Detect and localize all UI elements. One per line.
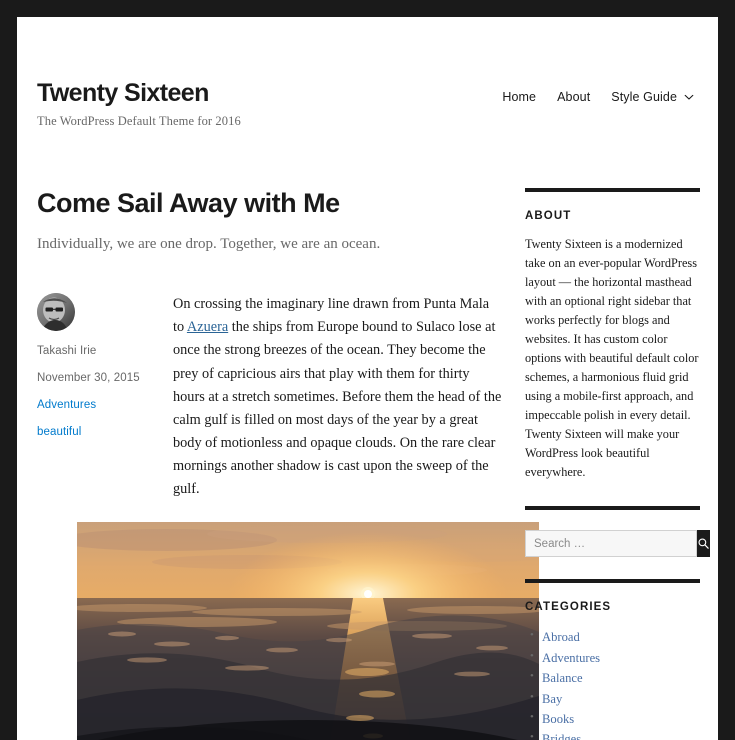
category-link[interactable]: Balance bbox=[542, 671, 583, 685]
post-category[interactable]: Adventures bbox=[37, 399, 167, 413]
list-item[interactable]: Books bbox=[530, 709, 700, 729]
widget-search bbox=[525, 530, 710, 558]
post-author[interactable]: Takashi Irie bbox=[37, 345, 167, 359]
search-input[interactable] bbox=[525, 530, 697, 558]
category-link[interactable]: Adventures bbox=[542, 651, 600, 665]
list-item[interactable]: Adventures bbox=[530, 648, 700, 668]
nav-item-style-guide[interactable]: Style Guide bbox=[611, 90, 694, 104]
search-button[interactable] bbox=[697, 530, 710, 558]
widget-about-text: Twenty Sixteen is a modernized take on a… bbox=[525, 236, 699, 480]
post-date[interactable]: November 30, 2015 bbox=[37, 372, 167, 386]
widget-divider bbox=[525, 187, 700, 192]
nav-item-label: Style Guide bbox=[611, 90, 677, 104]
paragraph-text-after: the ships from Europe bound to Sulaco lo… bbox=[173, 319, 502, 498]
list-item[interactable]: Balance bbox=[530, 668, 700, 688]
category-link[interactable]: Bridges bbox=[542, 732, 581, 740]
list-item[interactable]: Abroad bbox=[530, 627, 700, 647]
post-content: On crossing the imaginary line drawn fro… bbox=[167, 293, 502, 501]
search-icon bbox=[698, 538, 709, 550]
post-featured-figure: Full size image larger than or equal to … bbox=[77, 521, 539, 740]
post-paragraph: On crossing the imaginary line drawn fro… bbox=[173, 293, 502, 501]
site-content: Come Sail Away with Me Individually, we … bbox=[17, 187, 718, 740]
post-subtitle: Individually, we are one drop. Together,… bbox=[37, 236, 381, 253]
nav-item-label: Home bbox=[502, 90, 537, 104]
search-form bbox=[525, 530, 710, 558]
site-description: The WordPress Default Theme for 2016 bbox=[37, 113, 241, 128]
widget-divider bbox=[525, 579, 700, 584]
categories-list: Abroad Adventures Balance Bay Books Brid… bbox=[525, 627, 700, 740]
category-link[interactable]: Bay bbox=[542, 692, 562, 706]
category-link[interactable]: Abroad bbox=[542, 630, 580, 644]
avatar bbox=[37, 293, 75, 332]
post-title[interactable]: Come Sail Away with Me bbox=[37, 187, 502, 219]
widget-divider bbox=[525, 506, 700, 511]
nav-item-label: About bbox=[557, 90, 591, 104]
post-category-link[interactable]: Adventures bbox=[37, 399, 96, 411]
post-tag-link[interactable]: beautiful bbox=[37, 426, 81, 438]
browser-frame: Twenty Sixteen The WordPress Default The… bbox=[0, 0, 735, 740]
post-meta: Takashi Irie November 30, 2015 Adventure… bbox=[37, 293, 167, 501]
site-branding: Twenty Sixteen The WordPress Default The… bbox=[37, 79, 241, 129]
widget-categories: Categories Abroad Adventures Balance Bay… bbox=[525, 601, 700, 740]
site-title[interactable]: Twenty Sixteen bbox=[37, 79, 241, 108]
primary-navigation: Home About Style Guide bbox=[502, 79, 698, 104]
post-article: Come Sail Away with Me Individually, we … bbox=[37, 187, 539, 740]
page-canvas: Twenty Sixteen The WordPress Default The… bbox=[17, 17, 718, 740]
list-item[interactable]: Bridges bbox=[530, 729, 700, 740]
azuera-link[interactable]: Azuera bbox=[187, 319, 228, 335]
nav-item-home[interactable]: Home bbox=[502, 90, 536, 104]
category-link[interactable]: Books bbox=[542, 712, 574, 726]
widget-about: About Twenty Sixteen is a modernized tak… bbox=[525, 187, 700, 483]
post-tag[interactable]: beautiful bbox=[37, 426, 167, 440]
chevron-down-icon[interactable] bbox=[684, 92, 694, 101]
post-body: Takashi Irie November 30, 2015 Adventure… bbox=[37, 293, 502, 501]
sidebar: About Twenty Sixteen is a modernized tak… bbox=[525, 187, 710, 740]
list-item[interactable]: Bay bbox=[530, 689, 700, 709]
nav-item-about[interactable]: About bbox=[557, 90, 590, 104]
site-header: Twenty Sixteen The WordPress Default The… bbox=[17, 17, 718, 129]
featured-image bbox=[77, 521, 539, 740]
widget-title-categories: Categories bbox=[525, 601, 612, 614]
widget-title-about: About bbox=[525, 209, 572, 222]
primary-content: Come Sail Away with Me Individually, we … bbox=[37, 187, 539, 740]
